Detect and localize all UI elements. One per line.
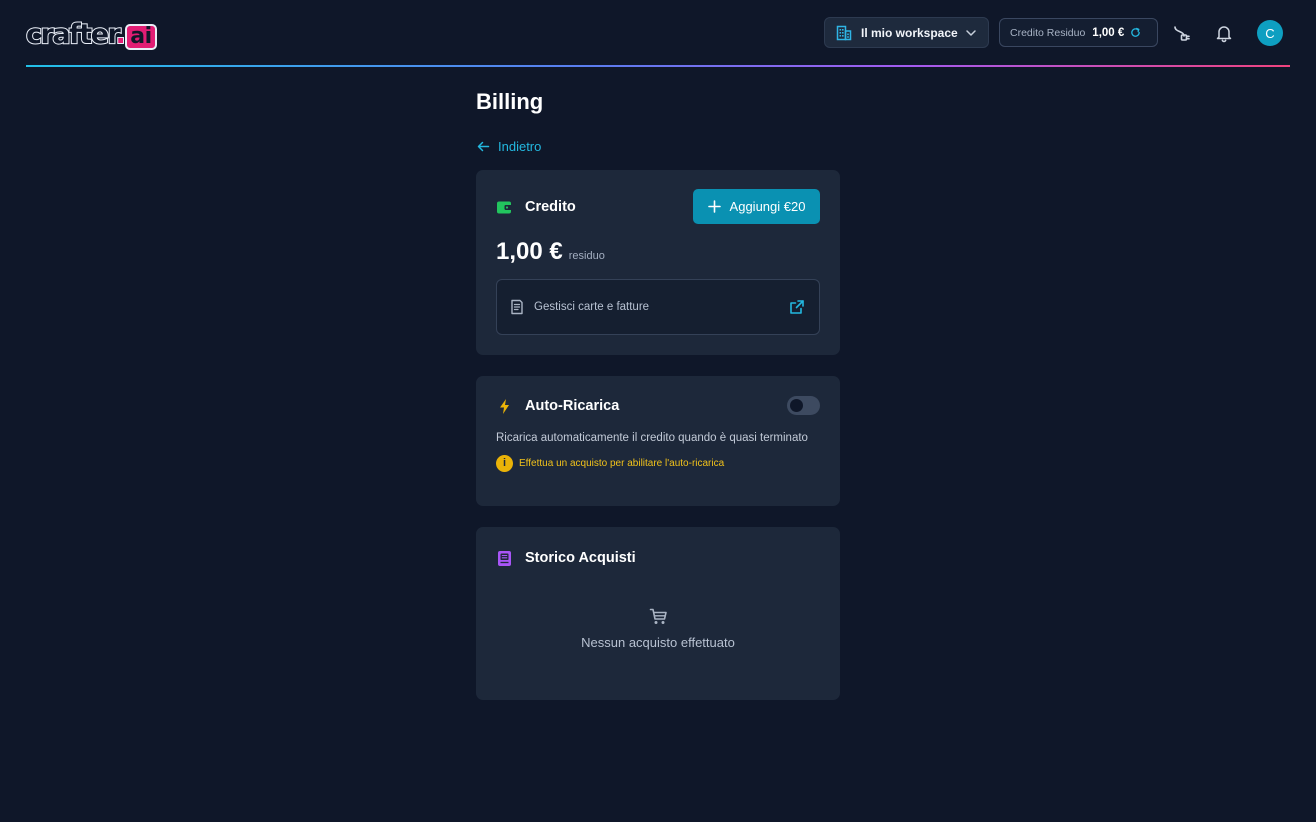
- credit-balance-value: 1,00 €: [1092, 26, 1125, 39]
- plus-icon: [707, 200, 721, 213]
- empty-purchases-state: Nessun acquisto effettuato: [476, 607, 840, 650]
- storico-header: Storico Acquisti: [496, 548, 636, 568]
- external-link-icon: [790, 300, 804, 314]
- credit-balance-label: Credito Residuo: [1010, 26, 1086, 39]
- wallet-icon: [497, 201, 512, 213]
- storico-acquisti-card: Storico Acquisti Nessun acquisto effettu…: [476, 527, 840, 700]
- auto-ricarica-toggle[interactable]: [787, 396, 820, 415]
- bell-icon[interactable]: [1214, 23, 1234, 43]
- back-link[interactable]: Indietro: [477, 138, 541, 154]
- auto-ricarica-warning: i Effettua un acquisto per abilitare l'a…: [496, 454, 724, 472]
- toggle-knob: [790, 399, 803, 412]
- logo-main: crafter: [25, 18, 118, 51]
- receipt-icon: [511, 299, 523, 315]
- auto-ricarica-card: Auto-Ricarica Ricarica automaticamente i…: [476, 376, 840, 506]
- bolt-icon: [500, 398, 509, 414]
- chevron-down-icon: [966, 29, 976, 36]
- cart-icon: [649, 608, 667, 624]
- auto-ricarica-header: Auto-Ricarica: [496, 396, 619, 416]
- arrow-left-icon: [477, 141, 490, 151]
- credito-card: Credito Aggiungi €20 1,00 € residuo Gest…: [476, 170, 840, 355]
- auto-ricarica-description: Ricarica automaticamente il credito quan…: [496, 432, 808, 444]
- credito-title: Credito: [525, 199, 576, 215]
- document-icon: [498, 550, 511, 566]
- credito-header: Credito: [496, 197, 576, 217]
- logo-dot: .: [115, 18, 127, 51]
- building-icon: [836, 25, 852, 40]
- top-header: crafter. ai Il mio workspace Credito Resi…: [25, 0, 1290, 68]
- back-link-label: Indietro: [498, 138, 542, 154]
- add-credit-button[interactable]: Aggiungi €20: [693, 189, 820, 224]
- storico-title: Storico Acquisti: [525, 550, 636, 566]
- auto-ricarica-title: Auto-Ricarica: [525, 398, 620, 414]
- credit-balance-pill[interactable]: Credito Residuo 1,00 €: [999, 18, 1158, 47]
- user-avatar[interactable]: C: [1257, 20, 1283, 46]
- crafter-logo[interactable]: crafter. ai: [25, 18, 157, 51]
- refresh-icon[interactable]: [1130, 27, 1141, 38]
- empty-purchases-text: Nessun acquisto effettuato: [581, 635, 735, 650]
- header-gradient-divider: [26, 65, 1290, 67]
- add-credit-label: Aggiungi €20: [729, 199, 806, 214]
- manage-cards-invoices-label: Gestisci carte e fatture: [534, 301, 650, 313]
- credit-amount: 1,00 € residuo: [496, 238, 605, 266]
- manage-cards-invoices-link[interactable]: Gestisci carte e fatture: [496, 279, 820, 335]
- workspace-label: Il mio workspace: [861, 25, 958, 40]
- plug-icon[interactable]: [1172, 23, 1192, 43]
- credit-amount-value: 1,00 €: [496, 238, 563, 265]
- auto-ricarica-warning-text: Effettua un acquisto per abilitare l'aut…: [519, 457, 725, 469]
- logo-suffix: ai: [125, 23, 157, 50]
- page-title: Billing: [476, 89, 544, 114]
- info-icon: i: [496, 454, 513, 472]
- workspace-selector[interactable]: Il mio workspace: [824, 17, 989, 48]
- credit-amount-suffix: residuo: [568, 250, 605, 262]
